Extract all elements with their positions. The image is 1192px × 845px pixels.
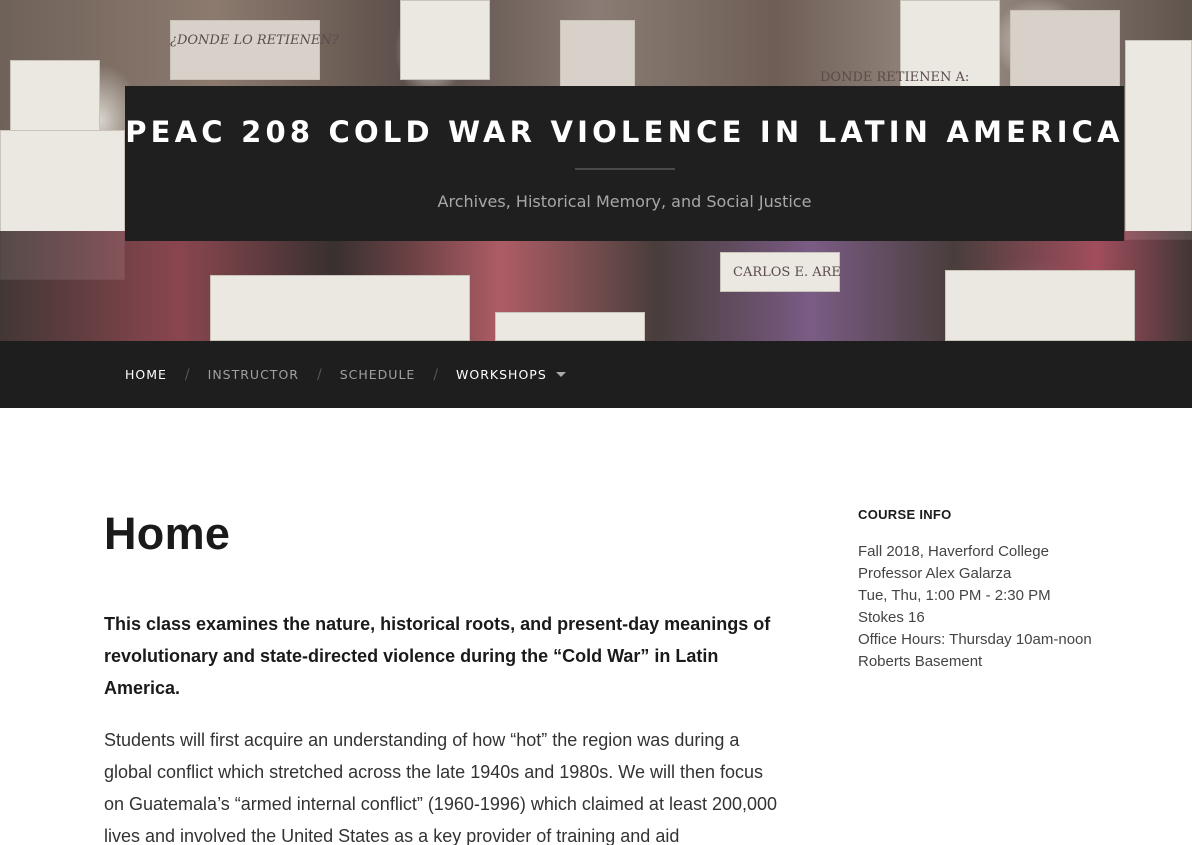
nav-item-home[interactable]: HOME xyxy=(125,367,167,382)
site-description: Archives, Historical Memory, and Social … xyxy=(437,192,812,211)
hero-sign-text: ¿DONDE LO RETIENEN? xyxy=(170,33,339,48)
lead-paragraph: This class examines the nature, historic… xyxy=(104,614,771,698)
course-info-title: COURSE INFO xyxy=(858,507,952,522)
protest-sign xyxy=(210,275,470,341)
site-title[interactable]: PEAC 208 COLD WAR VIOLENCE IN LATIN AMER… xyxy=(125,115,1124,149)
caret-down-icon[interactable] xyxy=(555,372,566,377)
protest-sign xyxy=(495,312,645,341)
course-info-term: Fall 2018, Haverford College xyxy=(858,543,1049,560)
course-info-room: Stokes 16 xyxy=(858,609,925,626)
protest-sign xyxy=(560,20,635,90)
protest-sign xyxy=(1125,40,1192,240)
course-info-office-hours: Office Hours: Thursday 10am-noon xyxy=(858,631,1092,648)
nav-separator: / xyxy=(184,366,190,383)
protest-sign xyxy=(1010,10,1120,90)
protest-sign xyxy=(945,270,1135,341)
nav-item-workshops[interactable]: WORKSHOPS xyxy=(456,367,566,382)
main-content: Home This class examines the nature, his… xyxy=(104,508,784,845)
title-divider xyxy=(574,168,675,170)
course-info-list: Fall 2018, Haverford College Professor A… xyxy=(858,541,1158,673)
hero-sign-text: CARLOS E. ARE xyxy=(733,265,841,280)
body-paragraph: Students will first acquire an understan… xyxy=(104,730,778,845)
nav-separator: / xyxy=(316,366,322,383)
course-info-time: Tue, Thu, 1:00 PM - 2:30 PM xyxy=(858,587,1051,604)
course-info-office-location: Roberts Basement xyxy=(858,653,983,670)
nav-item-instructor[interactable]: INSTRUCTOR xyxy=(208,367,299,382)
nav-separator: / xyxy=(433,366,439,383)
main-navigation: HOME / INSTRUCTOR / SCHEDULE / WORKSHOPS xyxy=(0,341,1192,408)
page-title: Home xyxy=(104,508,231,559)
course-info-professor: Professor Alex Galarza xyxy=(858,565,1012,582)
protest-sign xyxy=(170,20,320,80)
hero-sign-text: DONDE RETIENEN A: xyxy=(820,70,970,85)
site-title-box: PEAC 208 COLD WAR VIOLENCE IN LATIN AMER… xyxy=(125,86,1124,241)
nav-item-workshops-label: WORKSHOPS xyxy=(456,367,547,382)
protest-sign xyxy=(400,0,490,80)
nav-item-schedule[interactable]: SCHEDULE xyxy=(340,367,416,382)
sidebar: COURSE INFO Fall 2018, Haverford College… xyxy=(858,507,1158,673)
